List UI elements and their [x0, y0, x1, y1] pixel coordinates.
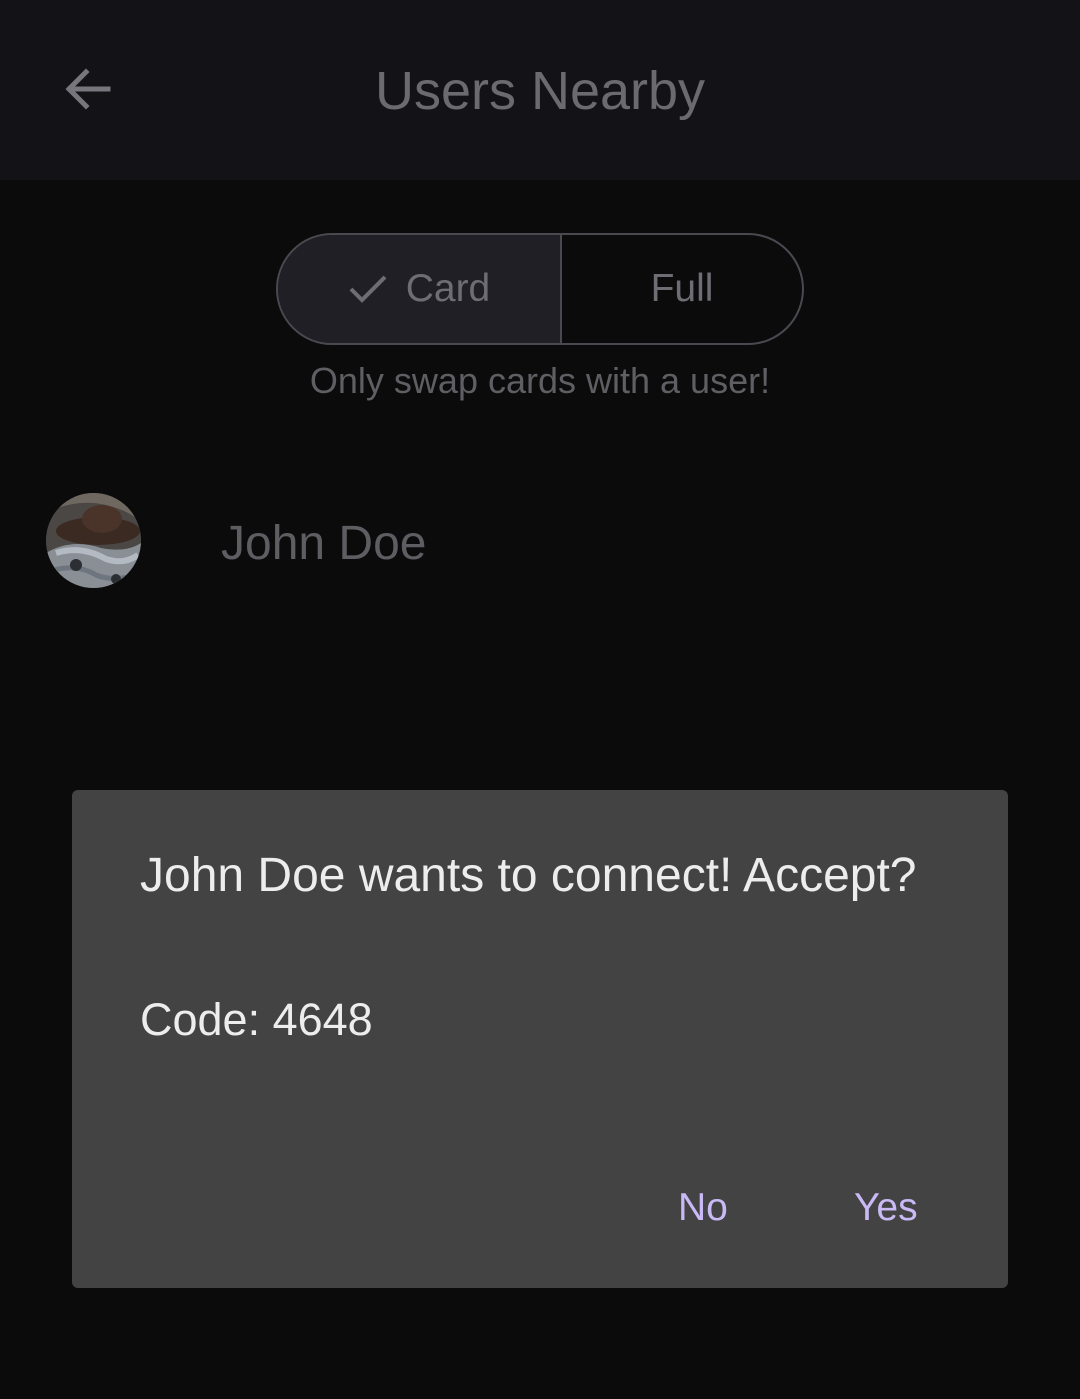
user-name: John Doe [221, 517, 427, 570]
full-mode-label: Full [650, 267, 714, 310]
dialog-message: John Doe wants to connect! Accept? [140, 849, 917, 902]
list-item[interactable]: John Doe [0, 480, 1080, 600]
avatar [46, 493, 141, 588]
no-button[interactable]: No [670, 1182, 736, 1234]
check-icon [348, 274, 388, 304]
card-mode-label: Card [405, 267, 491, 310]
mode-hint-text: Only swap cards with a user! [309, 360, 771, 401]
dialog-code: Code: 4648 [140, 994, 373, 1045]
connect-request-dialog: John Doe wants to connect! Accept? Code:… [72, 790, 1008, 1288]
page-title: Users Nearby [374, 61, 706, 121]
yes-button[interactable]: Yes [846, 1182, 926, 1234]
view-mode-toggle: Card Full [276, 233, 804, 345]
app-bar: Users Nearby [0, 0, 1080, 180]
full-mode-button[interactable]: Full [562, 235, 802, 343]
card-mode-button[interactable]: Card [278, 235, 562, 343]
